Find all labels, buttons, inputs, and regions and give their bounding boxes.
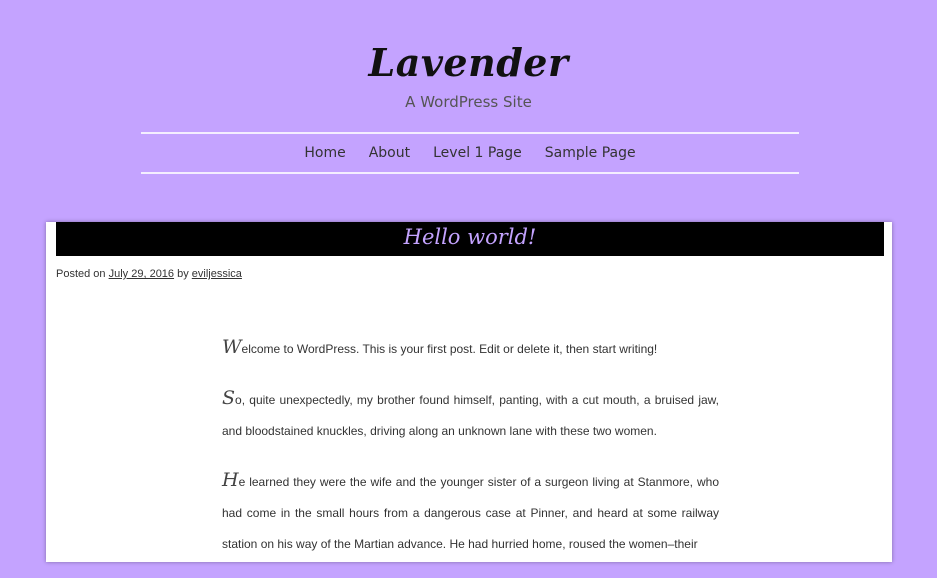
post-paragraph: So, quite unexpectedly, my brother found… <box>222 383 719 447</box>
by-label: by <box>177 268 189 280</box>
posted-on-label: Posted on <box>56 268 106 280</box>
site-tagline: A WordPress Site <box>405 93 532 111</box>
paragraph-text: o, quite unexpectedly, my brother found … <box>222 393 719 438</box>
post-title[interactable]: Hello world! <box>404 225 537 249</box>
paragraph-initial: S <box>222 387 236 409</box>
site-title[interactable]: Lavender <box>0 40 937 85</box>
nav-item-level-1-page[interactable]: Level 1 Page <box>433 145 522 161</box>
post-title-bar: Hello world! <box>56 222 884 256</box>
paragraph-text: elcome to WordPress. This is your first … <box>241 342 658 356</box>
paragraph-initial: H <box>222 469 239 491</box>
nav-divider-bottom <box>141 172 799 174</box>
post-paragraph: Welcome to WordPress. This is your first… <box>222 332 719 365</box>
nav-item-about[interactable]: About <box>369 145 410 161</box>
post-article: Hello world! Posted on July 29, 2016 by … <box>46 222 892 562</box>
paragraph-text: e learned they were the wife and the you… <box>222 475 719 551</box>
post-date-link[interactable]: July 29, 2016 <box>109 268 174 280</box>
post-author-link[interactable]: eviljessica <box>192 268 242 280</box>
post-paragraph: He learned they were the wife and the yo… <box>222 465 719 560</box>
post-body: Welcome to WordPress. This is your first… <box>222 332 719 578</box>
nav-item-home[interactable]: Home <box>304 145 345 161</box>
paragraph-initial: W <box>222 336 242 358</box>
main-navigation: Home About Level 1 Page Sample Page <box>141 134 799 172</box>
nav-item-sample-page[interactable]: Sample Page <box>545 145 636 161</box>
post-meta: Posted on July 29, 2016 by eviljessica <box>56 268 242 280</box>
